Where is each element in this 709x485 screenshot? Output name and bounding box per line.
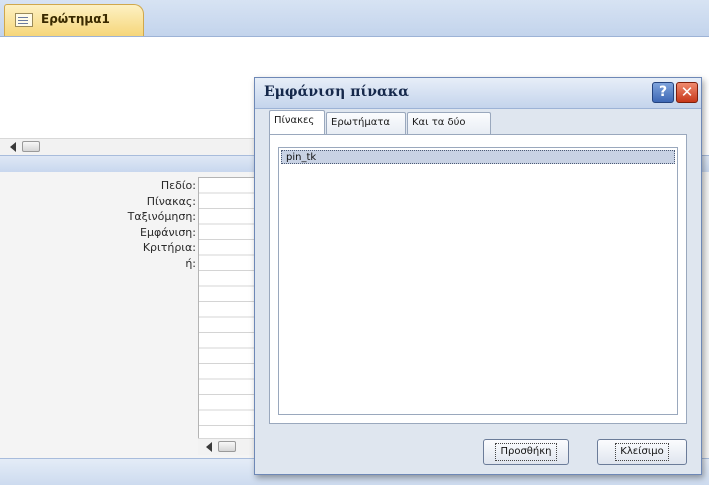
dialog-title: Εμφάνιση πίνακα — [264, 84, 409, 100]
help-button[interactable]: ? — [652, 82, 674, 103]
design-grid-row-labels: Πεδίο: Πίνακας: Ταξινόμηση: Εμφάνιση: Κρ… — [60, 178, 196, 271]
dialog-titlebar[interactable]: Εμφάνιση πίνακα ? ✕ — [255, 78, 701, 109]
design-grid-horizontal-scrollbar[interactable] — [198, 438, 260, 455]
tab-panel: pin_tk — [269, 134, 687, 424]
query-icon — [15, 13, 33, 27]
add-button[interactable]: Προσθήκη — [483, 439, 569, 465]
close-dialog-button[interactable]: ✕ — [676, 82, 698, 103]
row-label-table: Πίνακας: — [146, 194, 196, 208]
table-area-horizontal-scrollbar[interactable] — [0, 138, 260, 155]
row-label-or: ή: — [185, 256, 196, 270]
tab-both[interactable]: Και τα δύο — [407, 112, 491, 134]
scroll-left-arrow-icon[interactable] — [206, 442, 212, 452]
add-button-label: Προσθήκη — [495, 443, 557, 461]
document-tab-label: Ερώτημα1 — [41, 12, 110, 26]
row-label-show: Εμφάνιση: — [140, 225, 196, 239]
row-label-field: Πεδίο: — [160, 179, 196, 192]
document-tab-bar: Ερώτημα1 — [0, 0, 709, 37]
document-tab[interactable]: Ερώτημα1 — [4, 4, 144, 36]
table-listbox[interactable]: pin_tk — [278, 147, 678, 415]
row-label-sort: Ταξινόμηση: — [127, 210, 196, 223]
close-icon: ✕ — [680, 83, 694, 101]
tab-tables[interactable]: Πίνακες — [269, 110, 325, 134]
close-button[interactable]: Κλείσιμο — [597, 439, 687, 465]
show-table-dialog: Εμφάνιση πίνακα ? ✕ Πίνακες Ερωτήματα Κα… — [254, 77, 702, 475]
help-icon: ? — [658, 84, 668, 100]
scroll-thumb[interactable] — [22, 141, 40, 152]
scroll-thumb[interactable] — [218, 441, 236, 452]
scroll-left-arrow-icon[interactable] — [10, 142, 16, 152]
tab-queries[interactable]: Ερωτήματα — [326, 112, 406, 134]
list-item[interactable]: pin_tk — [281, 150, 675, 164]
design-grid-column[interactable] — [198, 177, 262, 439]
close-button-label: Κλείσιμο — [615, 443, 669, 461]
row-label-criteria: Κριτήρια: — [142, 241, 196, 254]
